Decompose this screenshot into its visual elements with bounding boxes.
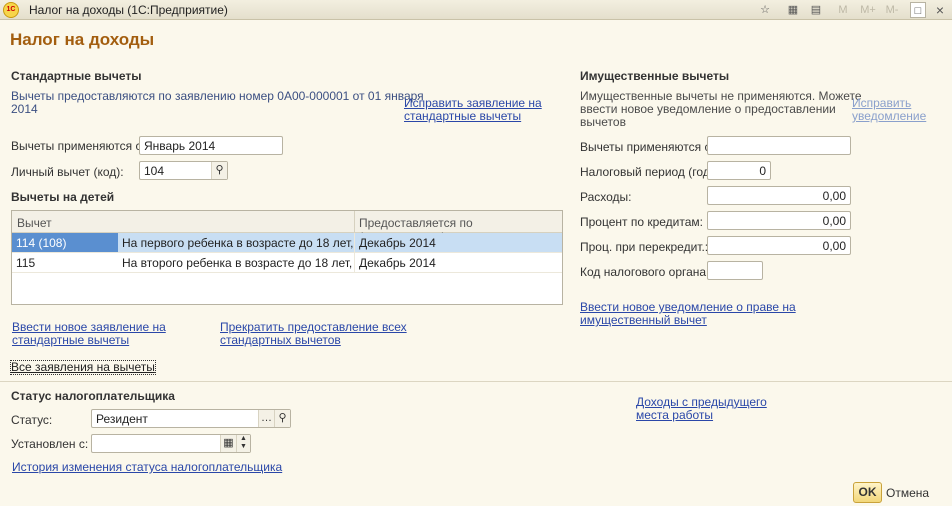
- status-field[interactable]: Резидент … ⚲: [91, 409, 291, 428]
- new-notice-l2: имущественный вычет: [580, 313, 707, 327]
- status-label: Статус:: [11, 413, 53, 427]
- property-deductions-heading: Имущественные вычеты: [580, 69, 730, 83]
- children-deductions-heading: Вычеты на детей: [11, 190, 115, 204]
- memory-m-button[interactable]: M: [835, 2, 851, 18]
- property-applied-label: Вычеты применяются с:: [580, 140, 714, 154]
- fix-notice-l1: Исправить: [852, 96, 912, 110]
- table-row[interactable]: 115 На второго ребенка в возрасте до 18 …: [12, 253, 562, 273]
- new-notice-l1: Ввести новое уведомление о праве на: [580, 300, 796, 314]
- standard-deductions-heading: Стандартные вычеты: [11, 69, 142, 83]
- applied-from-label: Вычеты применяются с:: [11, 139, 145, 153]
- column-separator: [354, 211, 355, 233]
- row-until: Декабрь 2014: [354, 253, 564, 272]
- new-application-l2: стандартные вычеты: [12, 333, 130, 347]
- title-bar: 1C Налог на доходы (1С:Предприятие) ☆ ▦ …: [0, 0, 952, 20]
- status-history-link[interactable]: История изменения статуса налогоплательщ…: [12, 461, 282, 474]
- children-deductions-table: Вычет Предоставляется по (включительно) …: [11, 210, 563, 305]
- established-since-label: Установлен с:: [11, 437, 89, 451]
- page-title: Налог на доходы: [10, 30, 155, 49]
- tax-authority-code-field[interactable]: [707, 261, 763, 280]
- calendar-icon[interactable]: ▦: [220, 435, 236, 452]
- memory-plus-button[interactable]: M+: [858, 2, 878, 18]
- close-icon[interactable]: ×: [932, 2, 948, 18]
- table-row[interactable]: 114 (108) На первого ребенка в возрасте …: [12, 233, 562, 253]
- stop-deductions-l2: стандартных вычетов: [220, 333, 341, 347]
- fix-notice-l2: уведомление: [852, 109, 927, 123]
- row-description: На первого ребенка в возрасте до 18 лет,…: [122, 236, 354, 250]
- new-standard-application-link[interactable]: Ввести новое заявление на стандартные выч…: [12, 321, 166, 347]
- ok-button[interactable]: OK: [853, 482, 882, 503]
- row-code: 115: [16, 256, 36, 270]
- status-value: Резидент: [96, 412, 148, 426]
- new-application-l1: Ввести новое заявление на: [12, 320, 166, 334]
- window-title: Налог на доходы (1С:Предприятие): [29, 3, 228, 17]
- recredit-interest-label: Проц. при перекредит.:: [580, 240, 709, 254]
- row-until: Декабрь 2014: [354, 233, 564, 252]
- column-header-deduction[interactable]: Вычет: [17, 216, 52, 230]
- tax-period-label: Налоговый период (год):: [580, 165, 718, 179]
- fix-standard-link[interactable]: Исправить заявление на стандартные вычеты: [404, 97, 542, 123]
- credit-interest-label: Процент по кредитам:: [580, 215, 704, 229]
- app-logo-icon: 1C: [3, 2, 19, 18]
- personal-deduction-label: Личный вычет (код):: [11, 165, 124, 179]
- calculator-icon[interactable]: ▦: [785, 2, 801, 18]
- row-description: На второго ребенка в возрасте до 18 лет,…: [122, 256, 354, 270]
- table-header: Вычет Предоставляется по (включительно): [12, 211, 562, 244]
- fix-notice-link[interactable]: Исправить уведомление: [852, 97, 926, 123]
- personal-deduction-value: 104: [144, 164, 165, 178]
- stop-deductions-link[interactable]: Прекратить предоставление всех стандартны…: [220, 321, 407, 347]
- favorite-star-icon[interactable]: ☆: [757, 2, 773, 18]
- calendar-icon[interactable]: ▤: [808, 2, 824, 18]
- stop-deductions-l1: Прекратить предоставление всех: [220, 320, 407, 334]
- personal-deduction-field[interactable]: 104 ⚲: [139, 161, 228, 180]
- cancel-button[interactable]: Отмена: [886, 486, 929, 500]
- row-code: 114 (108): [12, 233, 118, 252]
- property-applied-field[interactable]: [707, 136, 851, 155]
- previous-income-l2: места работы: [636, 408, 714, 422]
- restore-icon[interactable]: □: [910, 2, 926, 18]
- new-property-notice-link[interactable]: Ввести новое уведомление о праве на имуще…: [580, 301, 796, 327]
- memory-minus-button[interactable]: M-: [883, 2, 901, 18]
- credit-interest-field[interactable]: 0,00: [707, 211, 851, 230]
- all-applications-link[interactable]: Все заявления на вычеты: [10, 360, 156, 375]
- standard-info-line1: Вычеты предоставляются по заявлению номе…: [11, 89, 424, 103]
- tax-period-field[interactable]: 0: [707, 161, 771, 180]
- tax-authority-code-label: Код налогового органа:: [580, 265, 710, 279]
- fix-standard-link-l2: стандартные вычеты: [404, 109, 522, 123]
- ellipsis-icon[interactable]: …: [258, 410, 274, 427]
- recredit-interest-field[interactable]: 0,00: [707, 236, 851, 255]
- search-icon[interactable]: ⚲: [211, 162, 227, 179]
- standard-info-line2: 2014: [11, 102, 38, 116]
- expenses-field[interactable]: 0,00: [707, 186, 851, 205]
- taxpayer-status-heading: Статус налогоплательщика: [11, 389, 175, 403]
- previous-income-link[interactable]: Доходы с предыдущего места работы: [636, 396, 767, 422]
- applied-from-field[interactable]: Январь 2014: [139, 136, 283, 155]
- expenses-label: Расходы:: [580, 190, 632, 204]
- search-icon[interactable]: ⚲: [274, 410, 290, 427]
- established-since-field[interactable]: ▦ ▲ ▼: [91, 434, 251, 453]
- spin-updown-icon[interactable]: ▲ ▼: [236, 435, 250, 452]
- section-divider: [0, 381, 952, 382]
- previous-income-l1: Доходы с предыдущего: [636, 395, 767, 409]
- property-info-l3: вычетов: [580, 115, 626, 129]
- fix-standard-link-l1: Исправить заявление на: [404, 96, 542, 110]
